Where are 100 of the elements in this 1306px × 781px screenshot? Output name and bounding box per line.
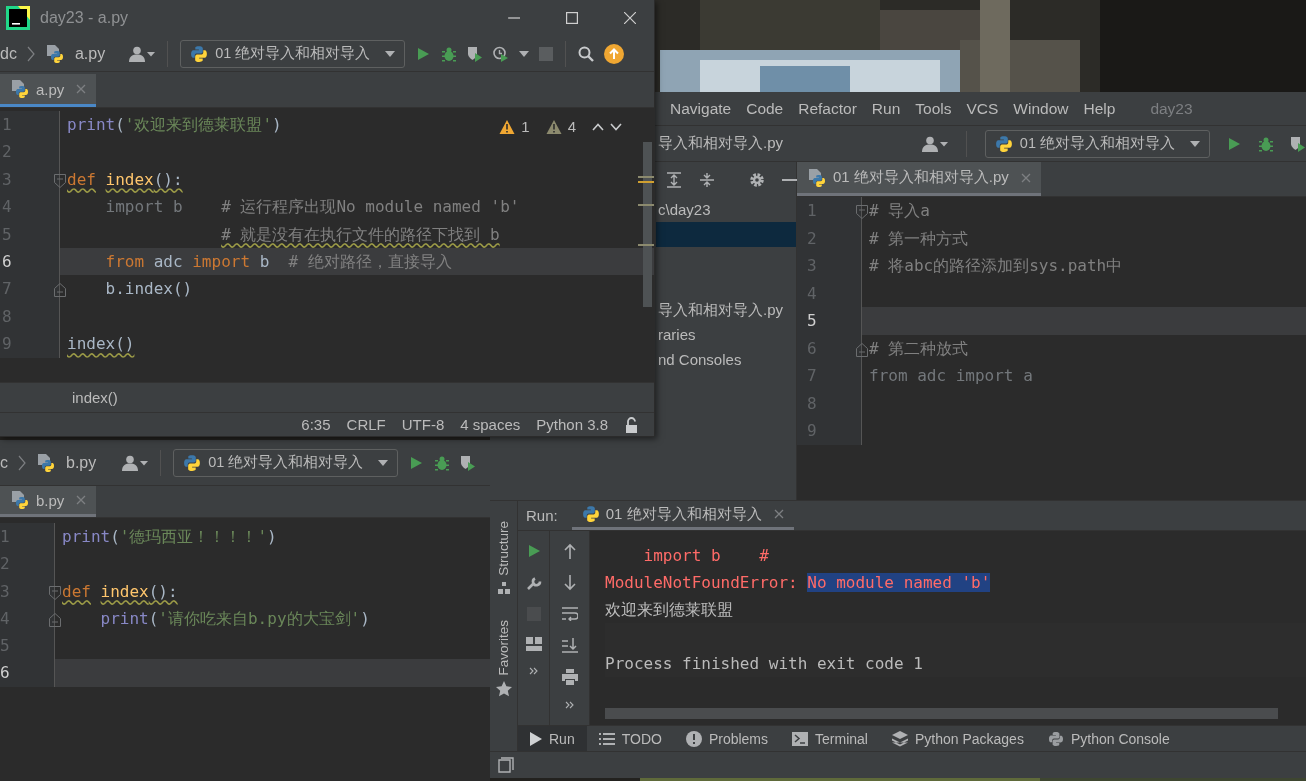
arrow-down-icon[interactable] — [562, 575, 577, 591]
scrollbar[interactable] — [605, 708, 1278, 719]
code-line: # 就是没有在执行文件的路径下找到 b — [220, 223, 500, 246]
update-icon[interactable] — [604, 43, 625, 64]
status-item[interactable]: 4 spaces — [460, 416, 521, 433]
info-icon — [685, 730, 702, 747]
editor-tab[interactable]: 01 绝对导入和相对导入.py — [797, 162, 1041, 196]
user-icon[interactable] — [120, 454, 149, 471]
warning-icon[interactable] — [499, 118, 516, 135]
play-icon — [530, 731, 542, 746]
warning-count[interactable]: 4 — [567, 118, 576, 135]
structure-icon — [497, 581, 510, 594]
terminal-icon — [792, 731, 809, 746]
line-number: 6 — [2, 251, 12, 271]
maximize-icon[interactable] — [566, 12, 578, 24]
tool-window-tab[interactable]: Terminal — [780, 726, 880, 751]
window-title: day23 - a.py — [40, 9, 129, 27]
bug-icon[interactable] — [441, 45, 458, 62]
settings-icon[interactable] — [749, 171, 765, 188]
menu-item[interactable]: Help — [1083, 99, 1116, 118]
profile-icon[interactable] — [493, 45, 510, 62]
search-icon[interactable] — [578, 45, 595, 62]
breadcrumb-file[interactable]: 导入和相对导入.py — [658, 134, 783, 153]
coverage-icon[interactable] — [460, 454, 477, 471]
tree-item[interactable]: raries — [656, 322, 796, 347]
warning-count[interactable]: 1 — [521, 118, 530, 135]
user-icon[interactable] — [919, 135, 948, 152]
tool-window-tab[interactable]: Run — [518, 726, 587, 751]
status-item[interactable]: Python 3.8 — [536, 416, 608, 433]
run-config-dropdown[interactable]: 01 绝对导入和相对导入 — [180, 39, 406, 68]
side-tab[interactable]: Structure — [496, 521, 511, 594]
code-line: def index(): — [67, 168, 183, 191]
python-icon — [190, 44, 209, 63]
editor-tab[interactable]: b.py — [0, 486, 97, 517]
breadcrumb-file[interactable]: a.py — [74, 44, 106, 63]
arrow-up-icon[interactable] — [562, 543, 577, 559]
code-line: import b # 运行程序出现No module named 'b' — [104, 196, 520, 219]
scroll-to-end-icon[interactable] — [561, 637, 578, 653]
tool-window-tab[interactable]: Python Packages — [879, 726, 1036, 751]
menu-item[interactable]: Code — [746, 99, 784, 118]
menu-item[interactable]: Window — [1013, 99, 1069, 118]
side-tab[interactable]: Favorites — [495, 619, 512, 698]
more-icon[interactable] — [564, 701, 575, 709]
scrollbar[interactable] — [643, 142, 652, 307]
expand-all-icon[interactable] — [666, 171, 682, 188]
run-icon[interactable] — [1226, 135, 1242, 152]
code-line: print('德玛西亚！！！！') — [62, 525, 277, 548]
collapse-all-icon[interactable] — [699, 171, 715, 188]
user-icon[interactable] — [127, 45, 156, 62]
star-icon — [495, 681, 512, 698]
tool-window-tab[interactable]: Problems — [673, 726, 781, 751]
status-item[interactable]: 6:35 — [301, 416, 331, 433]
chevron-up-icon[interactable] — [592, 122, 604, 131]
line-number: 6 — [0, 663, 10, 683]
list-icon — [598, 731, 615, 746]
close-icon[interactable] — [624, 12, 636, 24]
code-line: from adc import b # 绝对路径，直接导入 — [104, 250, 452, 273]
status-item[interactable]: CRLF — [346, 416, 386, 433]
soft-wrap-icon[interactable] — [561, 607, 578, 621]
breadcrumb-folder[interactable]: c — [0, 453, 8, 472]
tool-window-tab[interactable]: TODO — [586, 726, 674, 751]
breadcrumb-file[interactable]: b.py — [66, 453, 97, 472]
menu-item[interactable]: Run — [871, 99, 901, 118]
code-line: def index(): — [62, 580, 178, 603]
bug-icon[interactable] — [434, 454, 451, 471]
menu-item[interactable]: Tools — [915, 99, 952, 118]
editor-tab[interactable]: a.py — [0, 74, 97, 107]
tree-item[interactable]: nd Consoles — [656, 347, 796, 372]
menu-item[interactable]: VCS — [966, 99, 999, 118]
python-file-icon — [10, 79, 30, 99]
lock-icon[interactable] — [624, 416, 640, 433]
menu-item[interactable]: Navigate — [670, 99, 732, 118]
tree-item[interactable]: 导入和相对导入.py — [656, 297, 796, 322]
warning-icon[interactable] — [545, 118, 562, 135]
coverage-icon[interactable] — [467, 45, 484, 62]
layers-icon — [891, 730, 908, 747]
caret-icon[interactable] — [519, 50, 530, 57]
chevron-down-icon[interactable] — [610, 122, 622, 131]
code-line: # 导入a — [869, 200, 930, 222]
tool-window-tab[interactable]: Python Console — [1035, 726, 1182, 751]
run-config-dropdown[interactable]: 01 绝对导入和相对导入 — [984, 129, 1210, 158]
close-icon[interactable] — [773, 509, 784, 519]
bug-icon[interactable] — [1258, 135, 1274, 152]
run-config-dropdown[interactable]: 01 绝对导入和相对导入 — [173, 448, 399, 477]
chevron-right-icon — [26, 45, 35, 62]
layout-icon[interactable] — [525, 637, 542, 651]
coverage-icon[interactable] — [1290, 135, 1306, 152]
more-icon[interactable] — [528, 667, 539, 675]
tool-windows-icon[interactable] — [498, 757, 514, 773]
code-line: # 将abc的路径添加到sys.path中 — [869, 255, 1123, 277]
breadcrumb-folder[interactable]: dc — [0, 44, 17, 63]
code-line: print('欢迎来到德莱联盟') — [67, 113, 282, 136]
status-item[interactable]: UTF-8 — [401, 416, 445, 433]
code-breadcrumb[interactable]: index() — [72, 389, 118, 406]
print-icon[interactable] — [561, 669, 578, 685]
tree-item[interactable]: c\day23 — [656, 197, 796, 222]
code-line: index() — [67, 333, 135, 356]
wrench-icon[interactable] — [525, 575, 542, 591]
menu-item[interactable]: Refactor — [798, 99, 857, 118]
hide-icon[interactable] — [782, 177, 798, 182]
